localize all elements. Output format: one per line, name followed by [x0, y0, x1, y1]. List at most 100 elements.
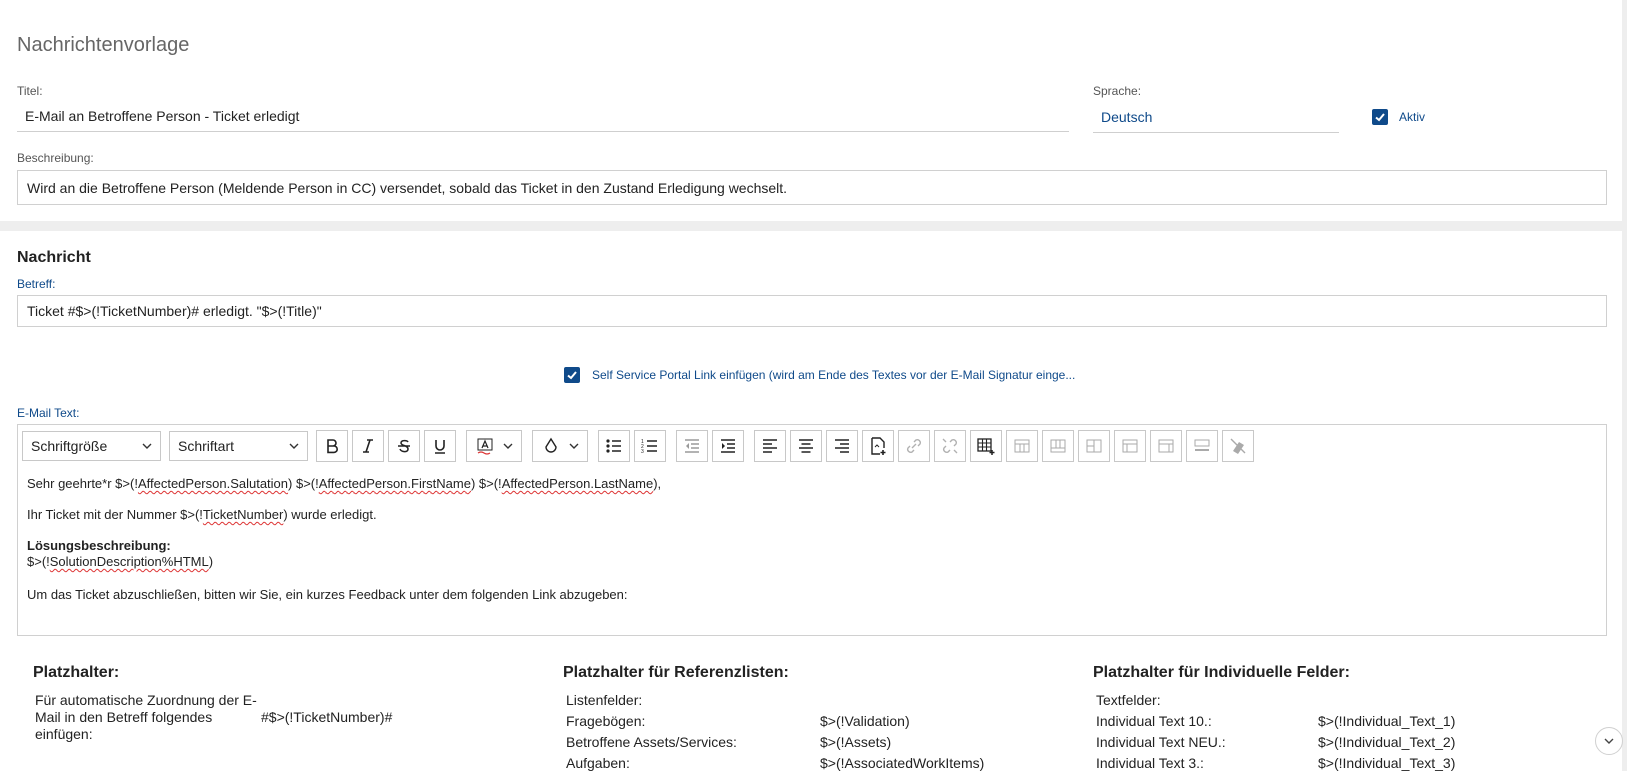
editor-line-feedback: Um das Ticket abzuschließen, bitten wir … [27, 587, 628, 602]
clear-format-button[interactable] [1222, 430, 1254, 462]
custom-placeholders-title: Platzhalter für Individuelle Felder: [1093, 664, 1350, 681]
delete-row-button[interactable] [1186, 430, 1218, 462]
language-select[interactable]: Deutsch [1093, 103, 1339, 133]
split-cells-button[interactable] [1150, 430, 1182, 462]
language-label: Sprache: [1093, 84, 1142, 98]
auto-assign-text-1: Für automatische Zuordnung der E- [35, 692, 257, 708]
template-card: Nachrichtenvorlage Titel: E-Mail an Betr… [0, 0, 1622, 221]
align-center-icon [799, 439, 813, 453]
align-center-button[interactable] [790, 430, 822, 462]
underline-icon [435, 440, 445, 454]
indent-button[interactable] [712, 430, 744, 462]
title-input[interactable]: E-Mail an Betroffene Person - Ticket erl… [17, 102, 1069, 132]
page-title: Nachrichtenvorlage [17, 34, 190, 56]
custom-row-value: $>(!Individual_Text_2) [1318, 734, 1456, 750]
droplet-icon [545, 437, 557, 453]
add-row-above-button[interactable] [1006, 430, 1038, 462]
bullet-list-icon [606, 439, 621, 453]
eraser-icon [1230, 438, 1246, 454]
checkmark-icon [1375, 113, 1385, 122]
scroll-down-button[interactable] [1595, 727, 1623, 755]
reference-row-label: Aufgaben: [566, 755, 630, 771]
bold-button[interactable] [316, 430, 348, 462]
auto-assign-value: #$>(!TicketNumber)# [261, 709, 393, 725]
reference-row-label: Listenfelder: [566, 692, 643, 708]
align-left-button[interactable] [754, 430, 786, 462]
active-label: Aktiv [1399, 110, 1426, 124]
chevron-down-icon [1604, 738, 1614, 744]
merge-cells-button[interactable] [1114, 430, 1146, 462]
portal-link-label: Self Service Portal Link einfügen (wird … [592, 368, 1076, 382]
table-column-icon [1086, 439, 1102, 453]
reference-row-value: $>(!Assets) [820, 734, 892, 750]
insert-image-icon [871, 437, 886, 455]
font-family-select[interactable]: Schriftart [169, 431, 308, 461]
table-icon [977, 438, 995, 455]
numbered-list-icon: 123 [641, 439, 657, 455]
font-family-select-label: Schriftart [178, 438, 235, 454]
custom-row-label: Individual Text 3.: [1096, 755, 1204, 771]
table-merge-icon [1122, 439, 1138, 453]
rich-text-editor[interactable]: Schriftgröße Schriftart 123 Sehr geehrte… [17, 424, 1607, 636]
reference-row-value: $>(!AssociatedWorkItems) [820, 755, 985, 771]
chevron-down-icon [503, 443, 513, 449]
custom-row-label: Individual Text NEU.: [1096, 734, 1226, 750]
bold-icon [327, 439, 338, 454]
custom-row-value: $>(!Individual_Text_1) [1318, 713, 1456, 729]
custom-row-label: Textfelder: [1096, 692, 1161, 708]
align-right-button[interactable] [826, 430, 858, 462]
editor-toolbar: Schriftgröße Schriftart 123 [22, 429, 1258, 463]
strikethrough-icon [398, 439, 410, 453]
outdent-icon [685, 439, 699, 453]
subject-label: Betreff: [17, 277, 56, 291]
reference-row-label: Betroffene Assets/Services: [566, 734, 737, 750]
font-color-icon [477, 438, 493, 455]
table-row-below-icon [1050, 439, 1066, 453]
editor-line-solution-heading: Lösungsbeschreibung: [27, 538, 171, 553]
insert-image-button[interactable] [862, 430, 894, 462]
bullet-list-button[interactable] [598, 430, 630, 462]
unlink-icon [942, 438, 958, 454]
table-delete-row-icon [1194, 439, 1210, 451]
description-input[interactable]: Wird an die Betroffene Person (Meldende … [17, 170, 1607, 205]
underline-button[interactable] [424, 430, 456, 462]
insert-link-button[interactable] [898, 430, 930, 462]
chevron-down-icon [289, 443, 299, 449]
description-label: Beschreibung: [17, 151, 94, 165]
add-row-below-button[interactable] [1042, 430, 1074, 462]
italic-button[interactable] [352, 430, 384, 462]
strikethrough-button[interactable] [388, 430, 420, 462]
editor-line-solution: $>(!SolutionDescription%HTML) [27, 554, 214, 569]
auto-assign-text-2: Mail in den Betreff folgendes [35, 709, 213, 725]
font-color-button[interactable] [466, 430, 522, 462]
custom-row-value: $>(!Individual_Text_3) [1318, 755, 1456, 771]
message-section-title: Nachricht [17, 249, 91, 266]
svg-text:3: 3 [641, 449, 644, 455]
checkmark-icon [567, 371, 577, 380]
active-checkbox[interactable] [1372, 109, 1388, 125]
reference-row-value: $>(!Validation) [820, 713, 910, 729]
numbered-list-button[interactable]: 123 [634, 430, 666, 462]
italic-icon [363, 439, 373, 453]
unlink-button[interactable] [934, 430, 966, 462]
align-right-icon [835, 439, 849, 453]
link-icon [907, 439, 921, 453]
custom-row-label: Individual Text 10.: [1096, 713, 1212, 729]
chevron-down-icon [569, 443, 579, 449]
font-size-select[interactable]: Schriftgröße [22, 431, 161, 461]
reference-placeholders-title: Platzhalter für Referenzlisten: [563, 664, 789, 681]
indent-icon [721, 439, 735, 453]
table-row-above-icon [1014, 439, 1030, 453]
background-color-button[interactable] [532, 430, 588, 462]
title-label: Titel: [17, 84, 43, 98]
table-split-icon [1158, 439, 1174, 453]
add-column-button[interactable] [1078, 430, 1110, 462]
chevron-down-icon [142, 443, 152, 449]
editor-line-ticket: Ihr Ticket mit der Nummer $>(!TicketNumb… [27, 507, 377, 522]
portal-link-checkbox[interactable] [564, 367, 580, 383]
auto-assign-text-3: einfügen: [35, 726, 93, 742]
subject-input[interactable]: Ticket #$>(!TicketNumber)# erledigt. "$>… [17, 295, 1607, 327]
outdent-button[interactable] [676, 430, 708, 462]
insert-table-button[interactable] [970, 430, 1002, 462]
editor-line-greeting: Sehr geehrte*r $>(!AffectedPerson.Saluta… [27, 476, 662, 491]
